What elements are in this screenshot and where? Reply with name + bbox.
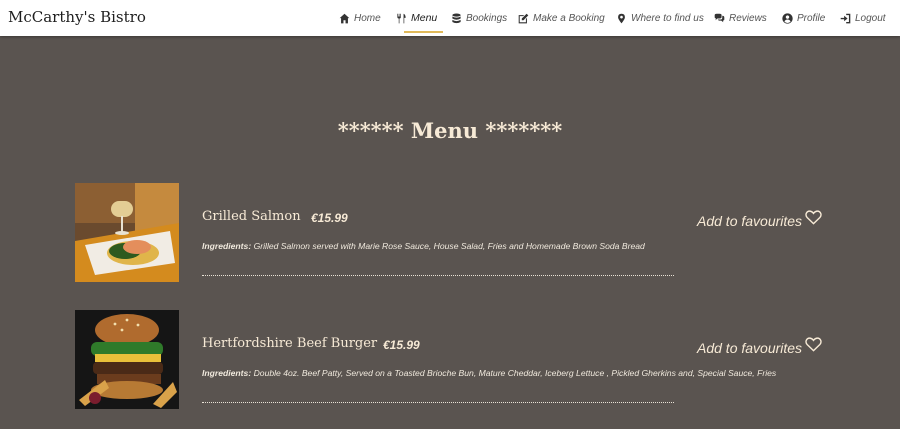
add-to-favourites-label: Add to favourites bbox=[697, 213, 803, 229]
nav-logout[interactable]: Logout bbox=[840, 10, 886, 26]
add-to-favourites-button[interactable]: Add to favourites bbox=[697, 209, 822, 229]
item-name: Grilled Salmon bbox=[202, 209, 301, 224]
nav-menu-label: Menu bbox=[411, 12, 438, 24]
brand-logo[interactable]: McCarthy's Bistro bbox=[8, 8, 146, 26]
nav-home[interactable]: Home bbox=[339, 10, 381, 26]
nav-find-us[interactable]: Where to find us bbox=[616, 10, 704, 26]
nav-reviews[interactable]: Reviews bbox=[714, 10, 767, 26]
heart-icon bbox=[805, 336, 822, 352]
ingredients-text: Grilled Salmon served with Marie Rose Sa… bbox=[253, 241, 645, 251]
item-price: €15.99 bbox=[311, 211, 348, 225]
beef-burger-photo bbox=[75, 310, 179, 409]
navbar: McCarthy's Bistro Home Menu Bookings Mak… bbox=[0, 0, 900, 36]
nav-make-booking[interactable]: Make a Booking bbox=[518, 10, 605, 26]
item-name: Hertfordshire Beef Burger bbox=[202, 336, 378, 351]
utensils-icon bbox=[397, 13, 406, 23]
nav-profile[interactable]: Profile bbox=[782, 10, 825, 26]
heart-icon bbox=[805, 209, 822, 225]
nav-bookings-label: Bookings bbox=[466, 12, 508, 24]
item-price: €15.99 bbox=[383, 338, 420, 352]
edit-icon bbox=[518, 13, 529, 23]
nav-reviews-label: Reviews bbox=[729, 12, 767, 24]
item-ingredients: Ingredients: Grilled Salmon served with … bbox=[202, 241, 645, 251]
database-icon bbox=[452, 13, 461, 23]
nav-bookings[interactable]: Bookings bbox=[451, 10, 507, 26]
user-circle-icon bbox=[782, 12, 793, 24]
add-to-favourites-button[interactable]: Add to favourites bbox=[697, 336, 822, 356]
add-to-favourites-label: Add to favourites bbox=[697, 340, 803, 356]
ingredients-label: Ingredients: bbox=[202, 241, 252, 251]
grilled-salmon-photo bbox=[75, 183, 179, 282]
home-icon bbox=[339, 13, 350, 23]
ingredients-text: Double 4oz. Beef Patty, Served on a Toas… bbox=[253, 368, 777, 378]
item-divider bbox=[202, 402, 674, 403]
menu-item: Grilled Salmon €15.99 Ingredients: Grill… bbox=[0, 183, 900, 283]
nav-find-us-label: Where to find us bbox=[631, 12, 704, 24]
nav-menu[interactable]: Menu bbox=[396, 10, 437, 26]
active-tab-underline bbox=[404, 31, 443, 33]
map-marker-icon bbox=[618, 13, 625, 23]
sign-out-icon bbox=[840, 13, 851, 23]
nav-home-label: Home bbox=[354, 12, 381, 24]
item-divider bbox=[202, 275, 674, 276]
nav-logout-label: Logout bbox=[855, 12, 886, 24]
nav-make-booking-label: Make a Booking bbox=[533, 12, 605, 24]
menu-item: Hertfordshire Beef Burger €15.99 Ingredi… bbox=[0, 310, 900, 410]
ingredients-label: Ingredients: bbox=[202, 368, 252, 378]
item-ingredients: Ingredients: Double 4oz. Beef Patty, Ser… bbox=[202, 368, 776, 378]
comments-icon bbox=[714, 13, 725, 22]
page-title: ****** Menu ******* bbox=[337, 118, 563, 143]
nav-profile-label: Profile bbox=[797, 12, 826, 24]
